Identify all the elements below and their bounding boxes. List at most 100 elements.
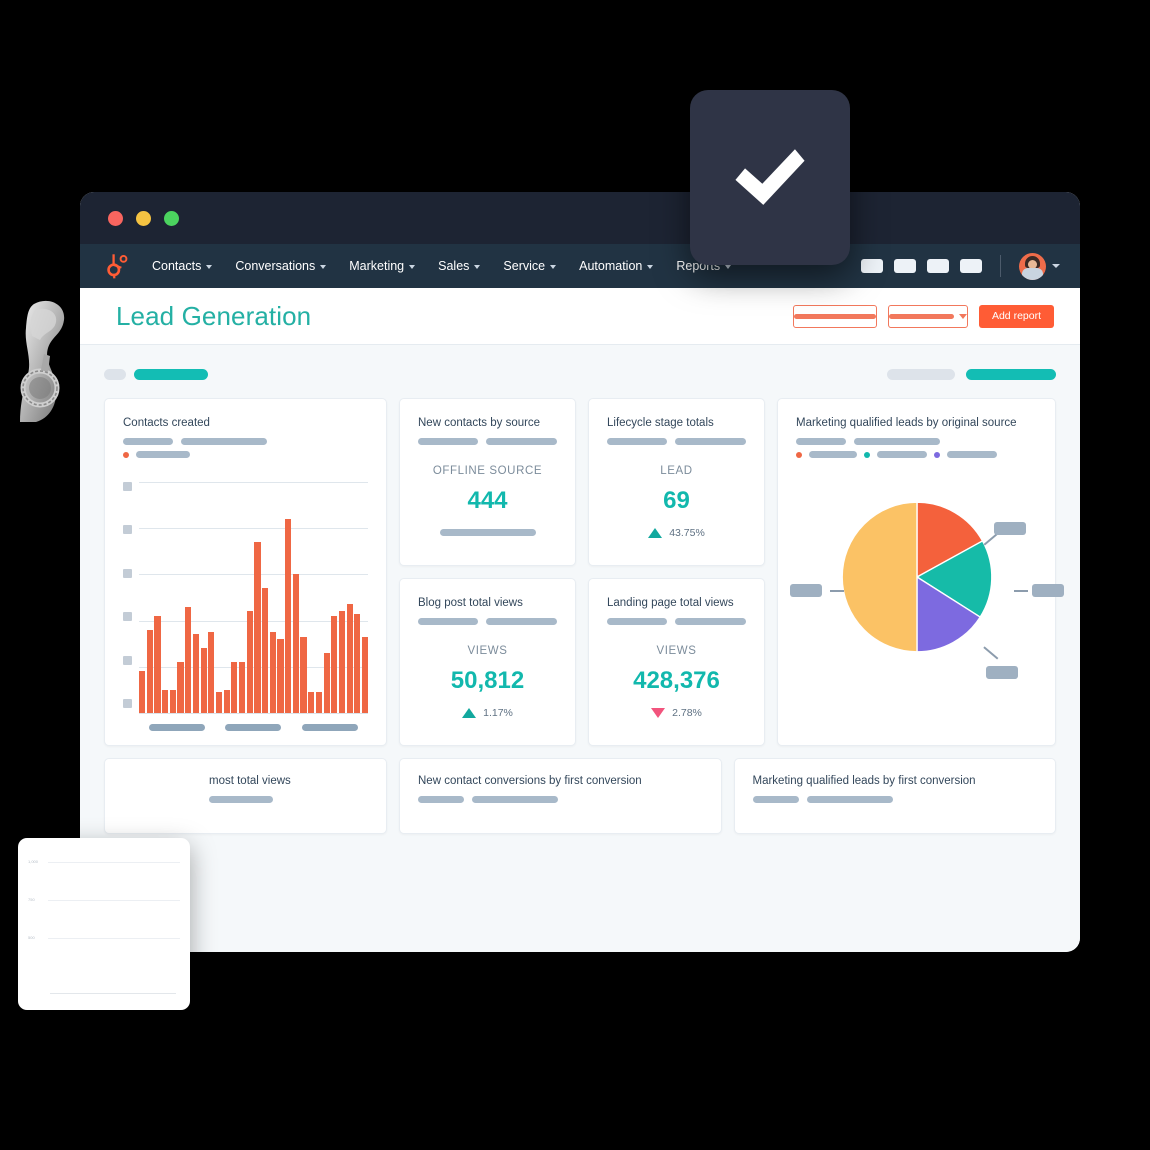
- nav-label: Conversations: [235, 259, 316, 273]
- nav-items: Contacts Conversations Marketing Sales S…: [152, 259, 732, 273]
- bar: [285, 518, 292, 713]
- card-title: Marketing qualified leads by first conve…: [752, 775, 976, 787]
- actions-dropdown-button[interactable]: [887, 304, 968, 328]
- callout-leader-line: [1014, 590, 1028, 592]
- dashboard-grid-row-1: Contacts created New contacts by source …: [104, 398, 1064, 746]
- bar: [231, 662, 238, 713]
- inset-plot-area: 1,000 750 500: [28, 850, 180, 1002]
- card-subtitle-placeholders: [752, 796, 1038, 803]
- bar: [177, 662, 184, 713]
- placeholder-bar: [418, 438, 478, 445]
- legend-label-placeholder: [809, 451, 857, 458]
- card-blog-post-total-views[interactable]: Blog post total views VIEWS 50,812 1.17%: [399, 578, 576, 746]
- screenshot-stage: Contacts Conversations Marketing Sales S…: [0, 0, 1150, 1150]
- card-contacts-created[interactable]: Contacts created: [104, 398, 387, 746]
- nav-action-icon-1[interactable]: [861, 259, 883, 273]
- inset-y-tick: 500: [28, 935, 35, 941]
- card-mql-by-first-conversion[interactable]: Marketing qualified leads by first conve…: [733, 758, 1056, 834]
- bar: [277, 639, 284, 713]
- nav-right-actions: [861, 252, 1060, 280]
- avatar-body: [1022, 267, 1043, 280]
- x-label-placeholder: [301, 724, 358, 731]
- bar: [323, 652, 330, 713]
- stat-metric-label: VIEWS: [656, 645, 697, 657]
- nav-item-contacts[interactable]: Contacts: [152, 259, 213, 273]
- placeholder-bar: [796, 438, 846, 445]
- pie-chart: [841, 501, 992, 653]
- card-mql-by-original-source[interactable]: Marketing qualified leads by original so…: [777, 398, 1064, 746]
- card-lifecycle-stage-totals[interactable]: Lifecycle stage totals LEAD 69 43.75%: [588, 398, 765, 566]
- hubspot-logo-icon[interactable]: [104, 253, 130, 279]
- stat-metric-label: VIEWS: [467, 645, 508, 657]
- nav-action-icon-3[interactable]: [927, 259, 949, 273]
- chevron-down-icon: [958, 313, 967, 319]
- nav-item-automation[interactable]: Automation: [579, 259, 654, 273]
- card-subtitle-placeholders: [418, 796, 703, 803]
- trend-up-icon: [648, 528, 663, 538]
- y-tick: [123, 612, 132, 622]
- nav-item-marketing[interactable]: Marketing: [349, 259, 416, 273]
- bar: [238, 662, 246, 713]
- card-subtitle-placeholders: [607, 438, 746, 445]
- card-landing-page-total-views[interactable]: Landing page total views VIEWS 428,376 2…: [588, 578, 765, 746]
- tabbar-right-group: [887, 369, 1056, 380]
- legend-dot-series-2: [864, 451, 870, 458]
- x-axis-labels: [123, 724, 368, 731]
- minimize-window-button[interactable]: [136, 210, 151, 226]
- dashboard-body: Contacts created New contacts by source …: [80, 345, 1080, 952]
- nav-item-conversations[interactable]: Conversations: [235, 259, 327, 273]
- card-subtitle-placeholders: [796, 438, 1037, 445]
- close-window-button[interactable]: [108, 210, 123, 226]
- tab-placeholder-1[interactable]: [104, 369, 126, 380]
- card-title: Lifecycle stage totals: [607, 417, 714, 429]
- nav-item-service[interactable]: Service: [503, 259, 557, 273]
- add-report-button[interactable]: Add report: [978, 304, 1054, 328]
- chevron-down-icon: [725, 265, 732, 269]
- placeholder-bar: [752, 796, 799, 803]
- y-tick: [123, 482, 132, 491]
- account-menu[interactable]: [1019, 252, 1060, 280]
- bar: [200, 648, 207, 713]
- placeholder-bar: [418, 618, 478, 625]
- trend-up-icon: [462, 708, 477, 718]
- stat-column-1: New contacts by source OFFLINE SOURCE 44…: [399, 398, 576, 746]
- maximize-window-button[interactable]: [164, 210, 179, 226]
- inset-y-tick: 1,000: [28, 859, 39, 865]
- window-titlebar: [80, 192, 1080, 244]
- nav-action-icon-2[interactable]: [894, 259, 916, 273]
- placeholder-bar: [181, 438, 267, 445]
- inset-bar-series: [50, 854, 176, 994]
- bar: [169, 689, 176, 713]
- tab-placeholder-3[interactable]: [887, 369, 955, 380]
- callout-leader-line: [830, 590, 844, 592]
- inset-x-axis: [50, 993, 176, 994]
- tab-placeholder-4-active[interactable]: [966, 369, 1056, 380]
- stat-value: 50,812: [450, 667, 525, 694]
- check-icon: [735, 148, 805, 205]
- placeholder-bar: [418, 796, 464, 803]
- nav-label: Service: [503, 259, 546, 273]
- card-new-contacts-by-source[interactable]: New contacts by source OFFLINE SOURCE 44…: [399, 398, 576, 566]
- legend-dot-series-1: [123, 451, 129, 458]
- statue-hand-decoration: [20, 300, 65, 422]
- pie-slice[interactable]: [841, 501, 918, 653]
- card-title: Landing page total views: [607, 597, 734, 609]
- stat-value: 428,376: [633, 667, 720, 694]
- tab-placeholder-2-active[interactable]: [134, 369, 208, 380]
- card-most-total-views[interactable]: most total views: [104, 758, 387, 834]
- stat-value: 444: [467, 487, 508, 514]
- stat-delta: 1.17%: [418, 707, 557, 719]
- placeholder-bar: [607, 438, 667, 445]
- chevron-down-icon: [647, 265, 654, 269]
- bar: [308, 692, 315, 713]
- card-subtitle-placeholders: [607, 618, 746, 625]
- secondary-action-button[interactable]: [792, 304, 877, 328]
- placeholder-bar: [674, 618, 746, 625]
- bar: [223, 689, 230, 713]
- nav-item-sales[interactable]: Sales: [438, 259, 481, 273]
- nav-label: Sales: [438, 259, 470, 273]
- nav-action-icon-4[interactable]: [960, 259, 982, 273]
- app-navbar: Contacts Conversations Marketing Sales S…: [80, 244, 1080, 288]
- card-new-contact-conversions[interactable]: New contact conversions by first convers…: [399, 758, 722, 834]
- bar: [192, 634, 199, 713]
